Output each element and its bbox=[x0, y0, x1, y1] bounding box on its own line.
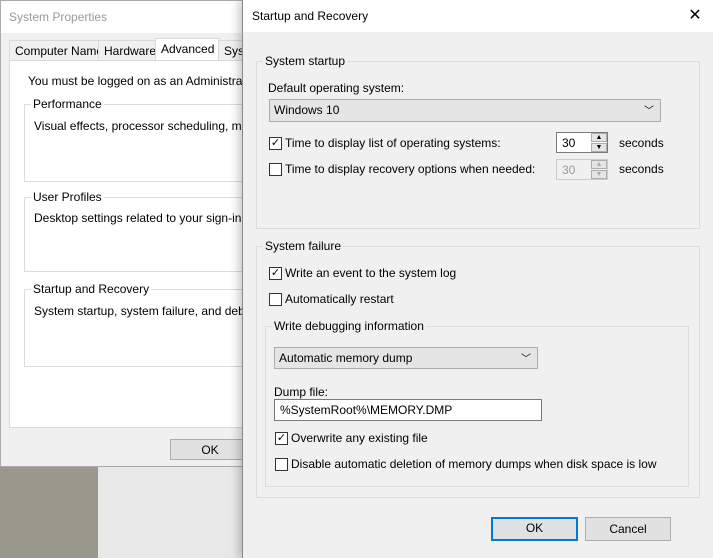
chevron-down-icon: ﹀ bbox=[644, 106, 654, 117]
dump-file-label: Dump file: bbox=[274, 385, 329, 399]
unit-label: seconds bbox=[619, 136, 664, 150]
startup-recovery-dialog: Startup and Recovery ✕ System startup De… bbox=[242, 0, 713, 558]
list-label: Time to display list of operating system… bbox=[285, 136, 501, 150]
overwrite-label: Overwrite any existing file bbox=[291, 431, 428, 445]
tab-computer-name[interactable]: Computer Name bbox=[9, 40, 110, 61]
system-properties-window: System Properties Computer Name Hardware… bbox=[0, 0, 275, 467]
arrow-up-icon[interactable]: ▲ bbox=[591, 133, 607, 142]
list-checkbox[interactable]: ✓ bbox=[269, 137, 282, 150]
write-event-checkbox[interactable]: ✓ bbox=[269, 267, 282, 280]
tab-advanced[interactable]: Advanced bbox=[155, 38, 221, 61]
performance-group: Performance Visual effects, processor sc… bbox=[24, 97, 275, 182]
user-profiles-group: User Profiles Desktop settings related t… bbox=[24, 190, 264, 272]
dump-file-input[interactable]: %SystemRoot%\MEMORY.DMP bbox=[274, 399, 542, 421]
selected-value: Automatic memory dump bbox=[279, 351, 413, 365]
disable-delete-label: Disable automatic deletion of memory dum… bbox=[291, 457, 657, 471]
group-title: Startup and Recovery bbox=[31, 282, 152, 296]
group-desc: Visual effects, processor scheduling, me… bbox=[34, 119, 276, 133]
group-title: System failure bbox=[263, 239, 344, 253]
chevron-down-icon: ﹀ bbox=[521, 354, 531, 365]
close-icon[interactable]: ✕ bbox=[685, 5, 705, 25]
ok-button[interactable]: OK bbox=[491, 517, 578, 541]
overwrite-checkbox[interactable]: ✓ bbox=[275, 432, 288, 445]
group-title: System startup bbox=[263, 54, 348, 68]
write-event-label: Write an event to the system log bbox=[285, 266, 457, 280]
tab-panel: You must be logged on as an Administrato… bbox=[9, 60, 275, 428]
default-os-select[interactable]: Windows 10 ﹀ bbox=[269, 99, 661, 122]
system-startup-group: System startup Default operating system:… bbox=[256, 54, 700, 229]
arrow-down-icon[interactable]: ▼ bbox=[591, 143, 607, 152]
spinner-value: 30 bbox=[562, 163, 576, 177]
dialog-title: Startup and Recovery bbox=[243, 0, 713, 32]
recovery-seconds-spinner: 30 ▲ ▼ bbox=[556, 159, 608, 180]
debug-info-group: Write debugging information Automatic me… bbox=[265, 319, 689, 487]
system-failure-group: System failure ✓ Write an event to the s… bbox=[256, 239, 700, 498]
recovery-label: Time to display recovery options when ne… bbox=[285, 162, 536, 176]
auto-restart-checkbox[interactable] bbox=[269, 293, 282, 306]
tab-hardware[interactable]: Hardware bbox=[98, 40, 163, 61]
group-title: Write debugging information bbox=[272, 319, 426, 333]
selected-value: Windows 10 bbox=[274, 103, 340, 117]
spinner-value: 30 bbox=[562, 136, 576, 150]
disable-delete-checkbox[interactable] bbox=[275, 458, 288, 471]
startup-recovery-group: Startup and Recovery System startup, sys… bbox=[24, 282, 274, 367]
recovery-checkbox[interactable] bbox=[269, 163, 282, 176]
auto-restart-label: Automatically restart bbox=[285, 292, 394, 306]
arrow-up-icon: ▲ bbox=[591, 160, 607, 169]
cancel-button[interactable]: Cancel bbox=[585, 517, 671, 541]
admin-note: You must be logged on as an Administrato… bbox=[28, 74, 270, 88]
unit-label: seconds bbox=[619, 162, 664, 176]
default-os-label: Default operating system: bbox=[268, 81, 405, 95]
dump-type-select[interactable]: Automatic memory dump ﹀ bbox=[274, 347, 538, 369]
arrow-down-icon: ▼ bbox=[591, 170, 607, 179]
window-title: System Properties bbox=[1, 1, 245, 33]
group-desc: Desktop settings related to your sign-in bbox=[34, 211, 242, 225]
list-seconds-spinner[interactable]: 30 ▲ ▼ bbox=[556, 132, 608, 153]
desktop-wallpaper bbox=[0, 467, 98, 558]
group-desc: System startup, system failure, and debu… bbox=[34, 304, 275, 318]
group-title: Performance bbox=[31, 97, 104, 111]
ok-button[interactable]: OK bbox=[170, 439, 250, 460]
group-title: User Profiles bbox=[31, 190, 104, 204]
